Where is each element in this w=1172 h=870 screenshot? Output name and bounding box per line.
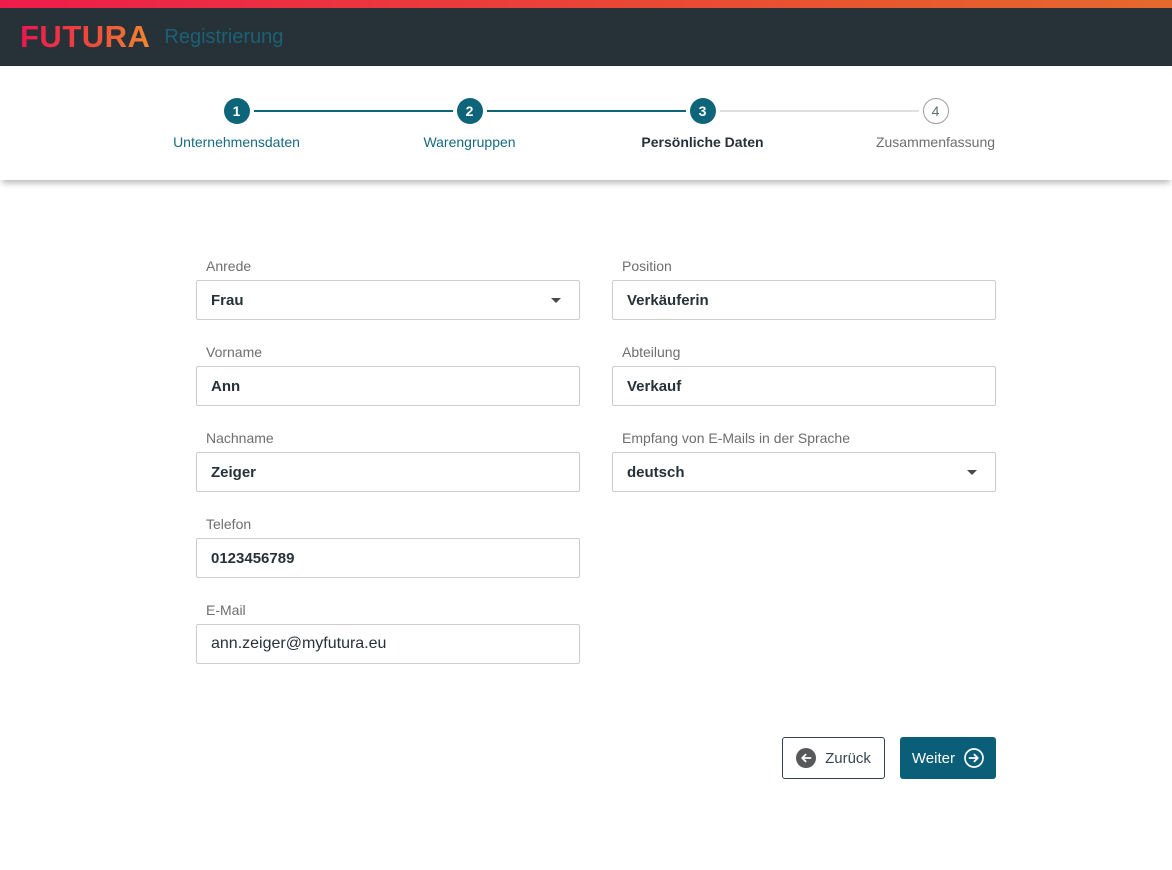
next-button[interactable]: Weiter (900, 737, 996, 779)
page-title: Registrierung (164, 26, 283, 49)
email-input[interactable] (196, 624, 580, 664)
step-2-circle: 2 (457, 98, 483, 124)
stepper-connector (720, 110, 820, 112)
app-header: FUTURA Registrierung (0, 8, 1172, 66)
stepper-connector (586, 110, 686, 112)
form-column-left: Anrede Frau Vorname Nachname Telefon E-M… (196, 258, 580, 664)
stepper: 1 Unternehmensdaten 2 Warengruppen 3 Per… (120, 98, 1052, 150)
step-warengruppen[interactable]: 2 Warengruppen (353, 98, 586, 150)
form-content: Anrede Frau Vorname Nachname Telefon E-M… (196, 180, 996, 779)
arrow-left-circle-icon (796, 748, 816, 768)
telefon-input[interactable] (196, 538, 580, 578)
field-anrede: Anrede Frau (196, 258, 580, 320)
stepper-connector (819, 110, 919, 112)
step-4-label: Zusammenfassung (876, 134, 995, 150)
top-accent-bar (0, 0, 1172, 8)
form-column-right: Position Abteilung Empfang von E-Mails i… (612, 258, 996, 664)
step-zusammenfassung[interactable]: 4 Zusammenfassung (819, 98, 1052, 150)
position-input[interactable] (612, 280, 996, 320)
abteilung-label: Abteilung (622, 344, 996, 360)
back-button-label: Zurück (825, 750, 871, 767)
telefon-label: Telefon (206, 516, 580, 532)
back-button[interactable]: Zurück (782, 737, 885, 779)
position-label: Position (622, 258, 996, 274)
vorname-input[interactable] (196, 366, 580, 406)
step-persoenliche-daten[interactable]: 3 Persönliche Daten (586, 98, 819, 150)
step-2-label: Warengruppen (423, 134, 515, 150)
step-3-circle: 3 (690, 98, 716, 124)
step-unternehmensdaten[interactable]: 1 Unternehmensdaten (120, 98, 353, 150)
nachname-label: Nachname (206, 430, 580, 446)
anrede-select-value: Frau (211, 292, 244, 309)
stepper-connector (353, 110, 453, 112)
field-vorname: Vorname (196, 344, 580, 406)
abteilung-input[interactable] (612, 366, 996, 406)
step-1-circle: 1 (224, 98, 250, 124)
field-email: E-Mail (196, 602, 580, 664)
anrede-select[interactable]: Frau (196, 280, 580, 320)
field-position: Position (612, 258, 996, 320)
brand-logo: FUTURA (20, 19, 150, 55)
sprache-select-value: deutsch (627, 464, 685, 481)
step-1-label: Unternehmensdaten (173, 134, 300, 150)
sprache-select[interactable]: deutsch (612, 452, 996, 492)
stepper-connector (487, 110, 587, 112)
step-4-circle: 4 (923, 98, 949, 124)
stepper-connector (254, 110, 354, 112)
step-3-label: Persönliche Daten (641, 134, 763, 150)
vorname-label: Vorname (206, 344, 580, 360)
field-abteilung: Abteilung (612, 344, 996, 406)
field-telefon: Telefon (196, 516, 580, 578)
next-button-label: Weiter (912, 750, 955, 767)
stepper-card: 1 Unternehmensdaten 2 Warengruppen 3 Per… (0, 66, 1172, 180)
arrow-right-circle-icon (964, 748, 984, 768)
chevron-down-icon (551, 298, 561, 303)
nachname-input[interactable] (196, 452, 580, 492)
field-nachname: Nachname (196, 430, 580, 492)
anrede-label: Anrede (206, 258, 580, 274)
form-actions: Zurück Weiter (196, 737, 996, 779)
field-sprache: Empfang von E-Mails in der Sprache deuts… (612, 430, 996, 492)
chevron-down-icon (967, 470, 977, 475)
email-label: E-Mail (206, 602, 580, 618)
sprache-label: Empfang von E-Mails in der Sprache (622, 430, 996, 446)
